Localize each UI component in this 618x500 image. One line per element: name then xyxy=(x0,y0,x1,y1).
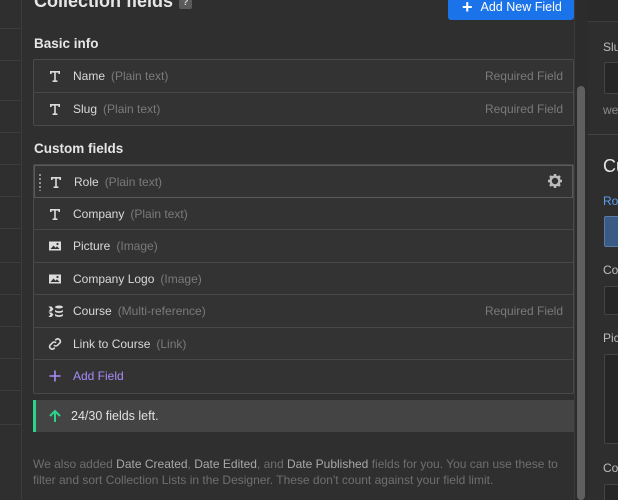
field-label: Name (Plain text) xyxy=(73,69,169,83)
divider xyxy=(0,390,22,391)
text-icon xyxy=(49,175,63,189)
scrollbar-thumb[interactable] xyxy=(577,86,585,500)
date-edited-term: Date Edited xyxy=(194,457,257,471)
field-label: Course (Multi-reference) xyxy=(73,304,206,318)
plus-icon: + xyxy=(462,0,473,17)
divider xyxy=(0,326,22,327)
field-row-course[interactable]: Course (Multi-reference) Required Field xyxy=(34,295,573,328)
divider xyxy=(588,134,618,135)
gear-icon[interactable] xyxy=(547,173,563,189)
plus-icon xyxy=(48,369,62,383)
divider xyxy=(0,100,22,101)
field-row-role[interactable]: Role (Plain text) xyxy=(34,165,573,198)
company-logo-upload[interactable] xyxy=(604,484,618,500)
text-icon xyxy=(48,207,62,221)
fields-left-text: 24/30 fields left. xyxy=(71,409,159,423)
role-label: Ro xyxy=(603,194,618,208)
arrow-up-icon xyxy=(47,408,63,424)
field-label: Picture (Image) xyxy=(73,239,158,253)
field-row-name[interactable]: Name (Plain text) Required Field xyxy=(34,60,573,93)
custom-fields-heading: Custom fields xyxy=(34,141,124,156)
divider xyxy=(0,196,22,197)
help-icon[interactable]: ? xyxy=(179,0,193,9)
left-column-strip xyxy=(0,0,22,500)
required-field-label: Required Field xyxy=(484,101,563,116)
field-row-company-logo[interactable]: Company Logo (Image) xyxy=(34,263,573,295)
field-type: (Plain text) xyxy=(104,175,163,189)
required-field-label: Required Field xyxy=(484,304,563,318)
text-icon xyxy=(48,69,62,83)
field-type: (Plain text) xyxy=(103,101,161,116)
field-type: (Link) xyxy=(156,336,187,351)
field-type: (Plain text) xyxy=(111,69,169,83)
custom-fields-list: Role (Plain text) Company (Plain text) Pic… xyxy=(33,164,574,394)
divider xyxy=(0,358,22,359)
add-new-field-button[interactable]: + Add New Field xyxy=(448,0,574,20)
divider xyxy=(0,28,22,29)
page-title: Collection fields? xyxy=(34,0,193,12)
field-label: Slug (Plain text) xyxy=(73,101,161,116)
field-row-picture[interactable]: Picture (Image) xyxy=(34,230,573,263)
field-type: (Multi-reference) xyxy=(117,304,206,318)
role-input[interactable] xyxy=(604,216,618,247)
field-label: Link to Course (Link) xyxy=(73,336,187,351)
field-type: (Plain text) xyxy=(130,206,188,221)
picture-label: Pic xyxy=(603,331,618,345)
company-label: Co xyxy=(603,263,618,277)
field-label: Company (Plain text) xyxy=(73,206,188,221)
divider xyxy=(0,424,22,425)
slug-input[interactable] xyxy=(604,62,618,94)
basic-info-list: Name (Plain text) Required Field Slug (Pla… xyxy=(33,59,574,126)
right-pane-top xyxy=(588,0,618,22)
slug-hint: we xyxy=(603,103,618,117)
multi-reference-icon xyxy=(48,304,63,318)
footnote-text: We also added Date Created, Date Edited,… xyxy=(33,457,558,487)
add-field-label: Add Field xyxy=(73,369,124,383)
company-input[interactable] xyxy=(604,286,618,315)
field-row-slug[interactable]: Slug (Plain text) Required Field xyxy=(34,93,573,126)
picture-upload[interactable] xyxy=(604,354,618,444)
field-type: (Image) xyxy=(160,271,202,286)
fields-left-status: 24/30 fields left. xyxy=(33,400,574,432)
text-icon xyxy=(48,102,62,116)
page-title-text: Collection fields xyxy=(34,0,174,11)
basic-info-heading: Basic info xyxy=(34,36,99,51)
image-icon xyxy=(48,272,62,286)
link-icon xyxy=(48,337,62,351)
add-new-field-label: Add New Field xyxy=(480,0,562,14)
field-type: (Image) xyxy=(116,239,158,253)
divider xyxy=(0,164,22,165)
field-label: Role (Plain text) xyxy=(74,175,163,189)
add-field-button[interactable]: Add Field xyxy=(34,360,573,393)
field-row-link-to-course[interactable]: Link to Course (Link) xyxy=(34,328,573,360)
right-pane-heading: Cu xyxy=(603,156,618,176)
required-field-label: Required Field xyxy=(484,69,563,83)
image-icon xyxy=(48,239,62,253)
divider xyxy=(0,262,22,263)
date-published-term: Date Published xyxy=(286,457,369,471)
slug-label: Slu xyxy=(603,40,618,54)
date-created-term: Date Created xyxy=(116,457,188,471)
drag-handle-icon[interactable] xyxy=(39,173,41,191)
divider xyxy=(0,60,22,61)
divider xyxy=(0,132,22,133)
divider xyxy=(0,228,22,229)
right-settings-pane: Slu we Cu Ro Co Pic Co xyxy=(588,0,618,500)
company-logo-label: Co xyxy=(603,461,618,475)
divider xyxy=(0,294,22,295)
field-row-company[interactable]: Company (Plain text) xyxy=(34,198,573,230)
field-label: Company Logo (Image) xyxy=(73,271,202,286)
